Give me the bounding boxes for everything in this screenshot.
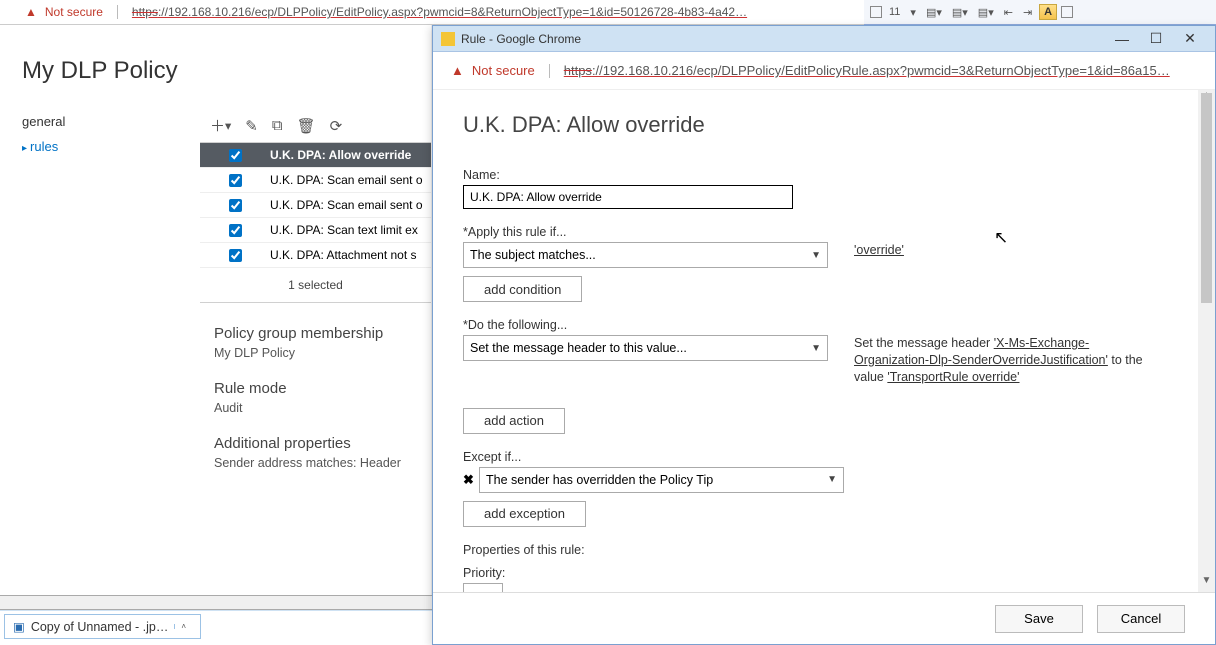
rule-checkbox[interactable] [229,249,242,262]
minimize-button[interactable]: — [1105,31,1139,47]
app-icon [441,32,455,46]
save-button[interactable]: Save [995,605,1083,633]
copy-icon[interactable]: ⧉ [272,117,283,134]
do-following-label: Do the following... [463,318,1168,332]
parent-url[interactable]: https://192.168.10.216/ecp/DLPPolicy/Edi… [132,5,747,19]
detail-value: My DLP Policy [214,346,417,360]
rule-checkbox[interactable] [229,149,242,162]
refresh-icon[interactable]: ⟳ [330,117,343,135]
except-if-label: Except if... [463,450,1168,464]
rule-name: U.K. DPA: Scan text limit ex [270,223,431,237]
styles-icon[interactable]: A [1039,4,1057,20]
taskbar-item[interactable]: ▣ Copy of Unnamed - .jp… ˄ [4,614,201,639]
outdent-icon[interactable]: ⇤ [1001,5,1016,20]
nav-rules[interactable]: rules [22,134,178,159]
close-button[interactable]: ✕ [1173,30,1207,47]
condition-dropdown[interactable]: The subject matches... ▼ [463,242,828,268]
remove-exception-button[interactable]: ✖ [463,472,473,488]
apply-if-label: Apply this rule if... [463,225,1168,239]
image-icon: ▣ [13,619,25,634]
priority-label: Priority: [463,566,1168,580]
font-size-value[interactable]: 11 [886,5,903,19]
action-param-text: Set the message header 'X-Ms-Exchange-Or… [854,335,1149,386]
taskbar-item-label: Copy of Unnamed - .jp… [31,620,169,634]
cancel-button[interactable]: Cancel [1097,605,1185,633]
rule-row[interactable]: U.K. DPA: Scan text limit ex [200,218,431,243]
detail-value: Sender address matches: Header [214,456,417,470]
detail-heading: Policy group membership [214,325,417,342]
rule-row[interactable]: U.K. DPA: Allow override [200,143,431,168]
add-exception-button[interactable]: add exception [463,501,586,527]
rule-name: U.K. DPA: Scan email sent o [270,198,431,212]
name-input[interactable] [463,185,793,209]
rule-name: U.K. DPA: Scan email sent o [270,173,431,187]
chevron-down-icon: ▼ [827,474,837,485]
condition-param-link[interactable]: 'override' [854,243,904,257]
chevron-down-icon: ▼ [811,343,821,354]
multilevel-list-icon[interactable]: ▤▾ [975,5,997,20]
rules-table: U.K. DPA: Allow override U.K. DPA: Scan … [200,142,431,268]
modal-url[interactable]: https://192.168.10.216/ecp/DLPPolicy/Edi… [564,63,1170,78]
modal-footer: Save Cancel [433,592,1215,644]
priority-input[interactable] [463,583,503,592]
name-label: Name: [463,168,1168,182]
checkbox-icon[interactable] [870,6,882,18]
not-secure-label: Not secure [45,5,103,19]
detail-heading: Rule mode [214,380,417,397]
rule-row[interactable]: U.K. DPA: Scan email sent o [200,193,431,218]
header-value-link[interactable]: 'TransportRule override' [887,370,1019,384]
scroll-down-icon[interactable]: ▼ [1198,575,1215,592]
detail-value: Audit [214,401,417,415]
action-dropdown[interactable]: Set the message header to this value... … [463,335,828,361]
rules-toolbar: ＋▾ ✎ ⧉ 🗑 ⟳ [200,109,431,142]
indent-icon[interactable]: ⇥ [1020,5,1035,20]
exception-dropdown[interactable]: The sender has overridden the Policy Tip… [479,467,844,493]
rule-row[interactable]: U.K. DPA: Scan email sent o [200,168,431,193]
bullet-list-icon[interactable]: ▤▾ [923,5,945,20]
rule-checkbox[interactable] [229,174,242,187]
add-rule-button[interactable]: ＋▾ [210,115,231,136]
page-title: My DLP Policy [0,25,431,109]
exception-value: The sender has overridden the Policy Tip [486,473,713,487]
delete-icon[interactable]: 🗑 [297,117,316,135]
rule-editor-window: Rule - Google Chrome — ☐ ✕ ▲ Not secure … [432,25,1216,645]
rule-row[interactable]: U.K. DPA: Attachment not s [200,243,431,268]
selection-count: 1 selected [200,268,431,303]
left-nav: general rules [0,109,200,595]
rule-name: U.K. DPA: Attachment not s [270,248,431,262]
edit-icon[interactable]: ✎ [245,117,258,135]
number-list-icon[interactable]: ▤▾ [949,5,971,20]
ribbon-fragment: 11 ▾ ▤▾ ▤▾ ▤▾ ⇤ ⇥ A [864,0,1216,25]
style-box-icon[interactable] [1061,6,1073,18]
rule-checkbox[interactable] [229,199,242,212]
action-value: Set the message header to this value... [470,341,687,355]
warning-icon: ▲ [25,5,37,19]
nav-general[interactable]: general [22,109,178,134]
maximize-button[interactable]: ☐ [1139,30,1173,47]
rule-checkbox[interactable] [229,224,242,237]
scrollbar[interactable]: ▲ ▼ [1198,90,1215,592]
warning-icon: ▲ [451,63,464,78]
not-secure-label: Not secure [472,63,535,78]
modal-address-bar: ▲ Not secure https://192.168.10.216/ecp/… [433,52,1215,90]
rule-name: U.K. DPA: Allow override [270,148,431,162]
window-title: Rule - Google Chrome [461,32,581,46]
condition-value: The subject matches... [470,248,596,262]
rule-details: Policy group membership My DLP Policy Ru… [200,303,431,508]
dropdown-icon[interactable]: ▾ [907,5,919,20]
detail-heading: Additional properties [214,435,417,452]
add-condition-button[interactable]: add condition [463,276,582,302]
add-action-button[interactable]: add action [463,408,565,434]
chevron-down-icon: ▼ [811,250,821,261]
chevron-up-icon[interactable]: ˄ [174,624,192,629]
rule-heading: U.K. DPA: Allow override [463,112,1168,138]
scroll-thumb[interactable] [1201,93,1212,303]
properties-label: Properties of this rule: [463,543,1168,557]
window-titlebar[interactable]: Rule - Google Chrome — ☐ ✕ [433,26,1215,52]
